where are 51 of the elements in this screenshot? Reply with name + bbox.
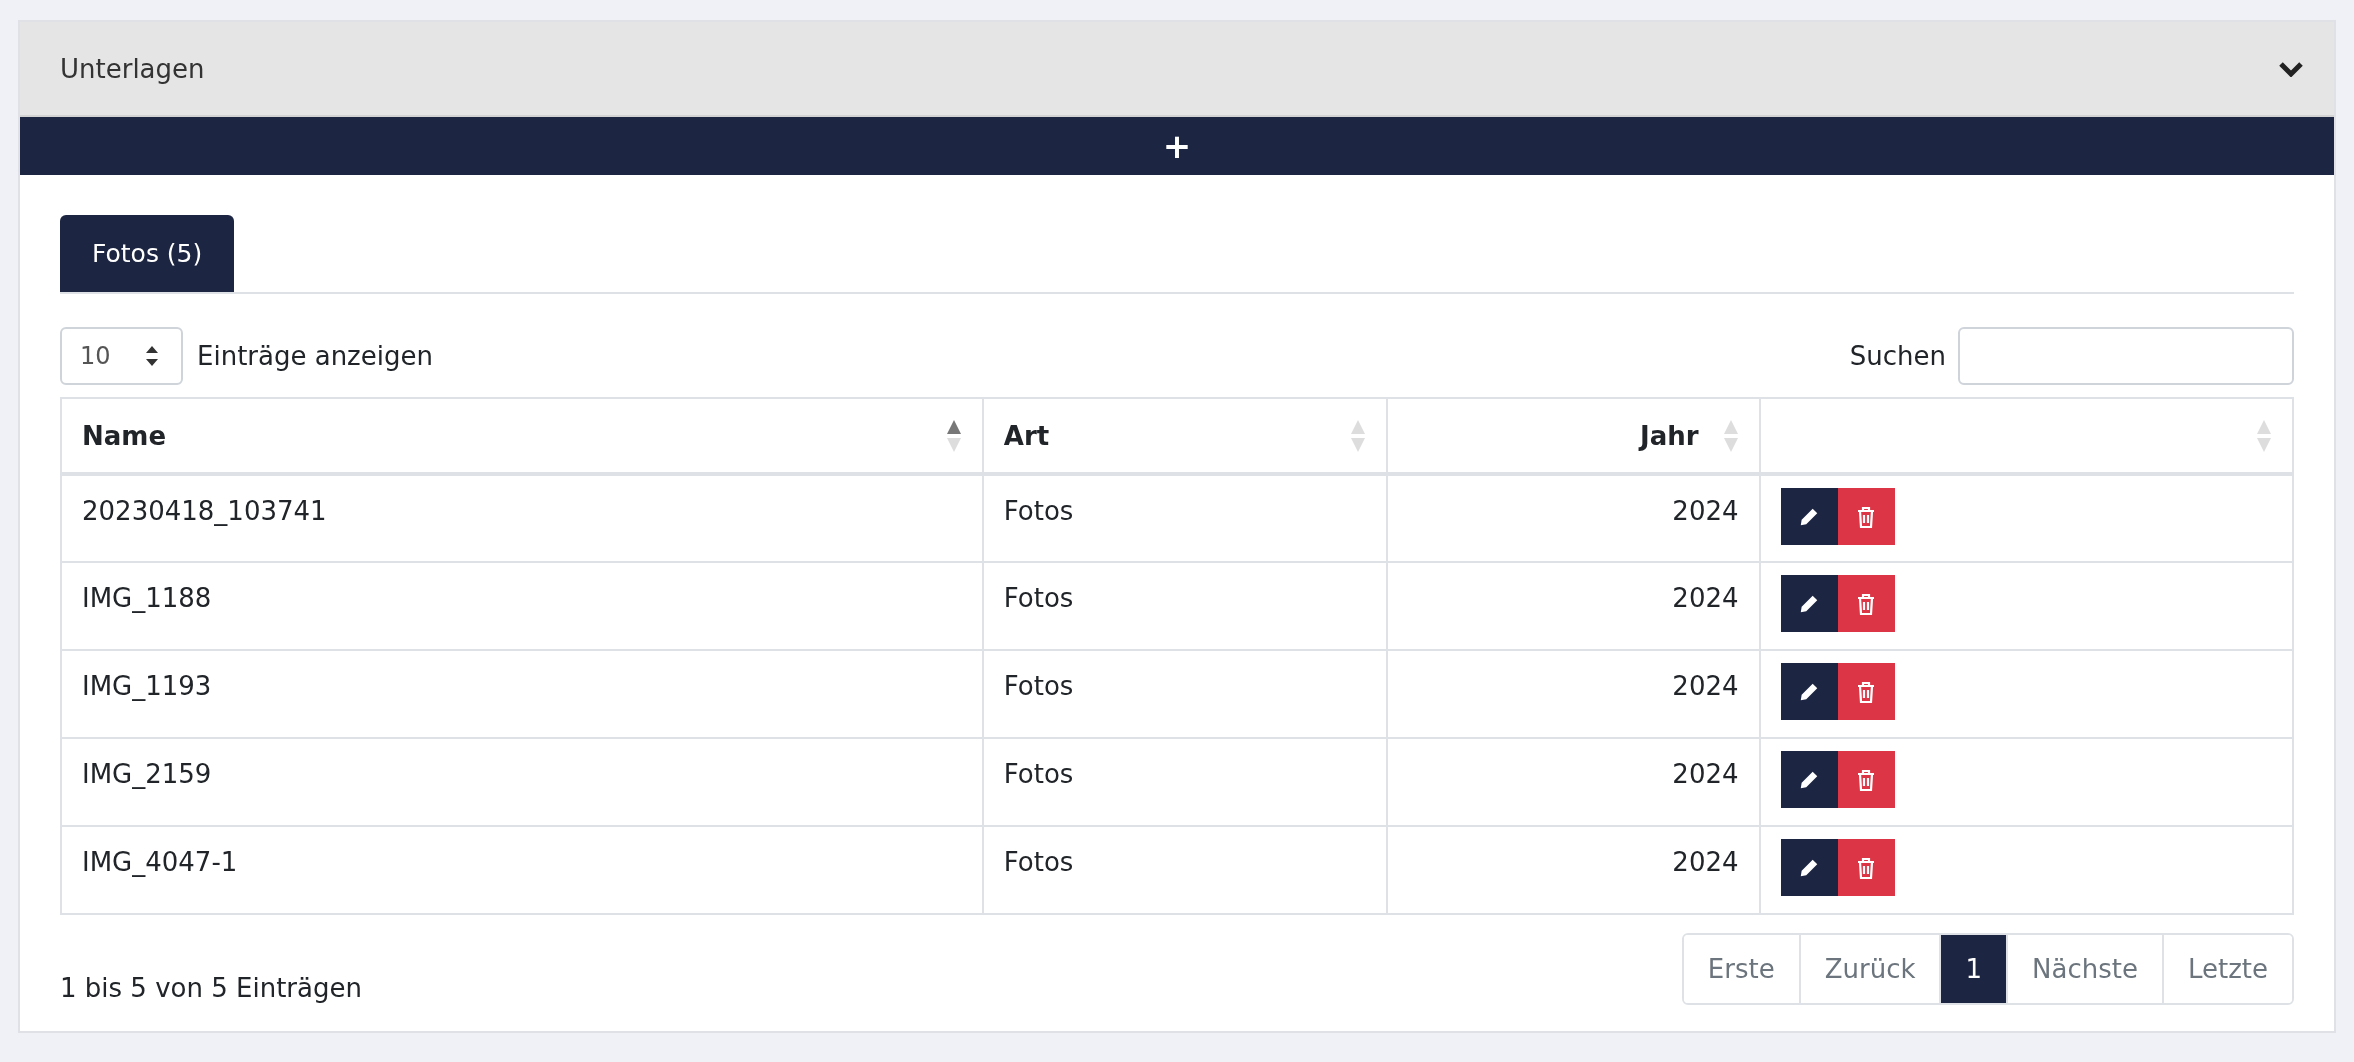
page-size-select[interactable]: 10 bbox=[60, 327, 183, 385]
search-field[interactable] bbox=[1958, 327, 2294, 385]
trash-icon bbox=[1857, 768, 1876, 791]
table-cell: 2024 bbox=[1386, 562, 1760, 650]
sort-icon bbox=[2256, 418, 2272, 453]
trash-icon bbox=[1857, 592, 1876, 615]
table-cell: 2024 bbox=[1386, 474, 1760, 562]
delete-button[interactable] bbox=[1837, 751, 1895, 808]
trash-icon bbox=[1857, 856, 1876, 879]
sort-icon bbox=[1349, 418, 1366, 453]
edit-button[interactable] bbox=[1780, 488, 1838, 545]
table-cell: 20230418_103741 bbox=[61, 474, 983, 562]
panel-title: Unterlagen bbox=[60, 53, 205, 84]
chevron-icon bbox=[2278, 60, 2304, 77]
edit-button[interactable] bbox=[1780, 839, 1838, 896]
column-header[interactable]: Art bbox=[982, 398, 1387, 474]
tab[interactable]: Fotos (5) bbox=[60, 215, 235, 292]
edit-button[interactable] bbox=[1780, 751, 1838, 808]
chevron-button[interactable] bbox=[2278, 60, 2304, 77]
delete-button[interactable] bbox=[1837, 839, 1895, 896]
table-cell: Fotos bbox=[982, 826, 1387, 914]
delete-button[interactable] bbox=[1837, 575, 1895, 632]
page-button[interactable]: 1 bbox=[1939, 935, 2007, 1003]
table-cell: 2024 bbox=[1386, 738, 1760, 826]
table-cell: Fotos bbox=[982, 562, 1387, 650]
edit-button[interactable] bbox=[1780, 663, 1838, 720]
updown-icon bbox=[145, 345, 159, 367]
table-cell: 2024 bbox=[1386, 650, 1760, 738]
table-cell: IMG_1193 bbox=[61, 650, 983, 738]
table-cell: 2024 bbox=[1386, 826, 1760, 914]
add-button[interactable]: + bbox=[20, 117, 2334, 175]
page-size-label: Einträge anzeigen bbox=[197, 341, 433, 371]
delete-button[interactable] bbox=[1837, 663, 1895, 720]
table-cell: Fotos bbox=[982, 474, 1387, 562]
delete-button[interactable] bbox=[1837, 488, 1895, 545]
table-cell: IMG_1188 bbox=[61, 562, 983, 650]
trash-icon bbox=[1857, 505, 1876, 528]
entries-info: 1 bis 5 von 5 Einträgen bbox=[60, 973, 362, 1003]
sort-icon bbox=[1722, 418, 1739, 453]
table-cell: Fotos bbox=[982, 650, 1387, 738]
edit-button[interactable] bbox=[1780, 575, 1838, 632]
panel-header[interactable]: Unterlagen bbox=[20, 22, 2334, 117]
table-cell: IMG_2159 bbox=[61, 738, 983, 826]
search-label: Suchen bbox=[1849, 341, 1946, 371]
column-header[interactable]: Jahr bbox=[1386, 398, 1760, 474]
trash-icon bbox=[1857, 680, 1876, 703]
table-cell: Fotos bbox=[982, 738, 1387, 826]
sort-icon bbox=[945, 418, 962, 453]
table-cell: IMG_4047-1 bbox=[61, 826, 983, 914]
page-button[interactable]: Letzte bbox=[2161, 935, 2292, 1003]
column-header[interactable]: Name bbox=[61, 398, 983, 474]
